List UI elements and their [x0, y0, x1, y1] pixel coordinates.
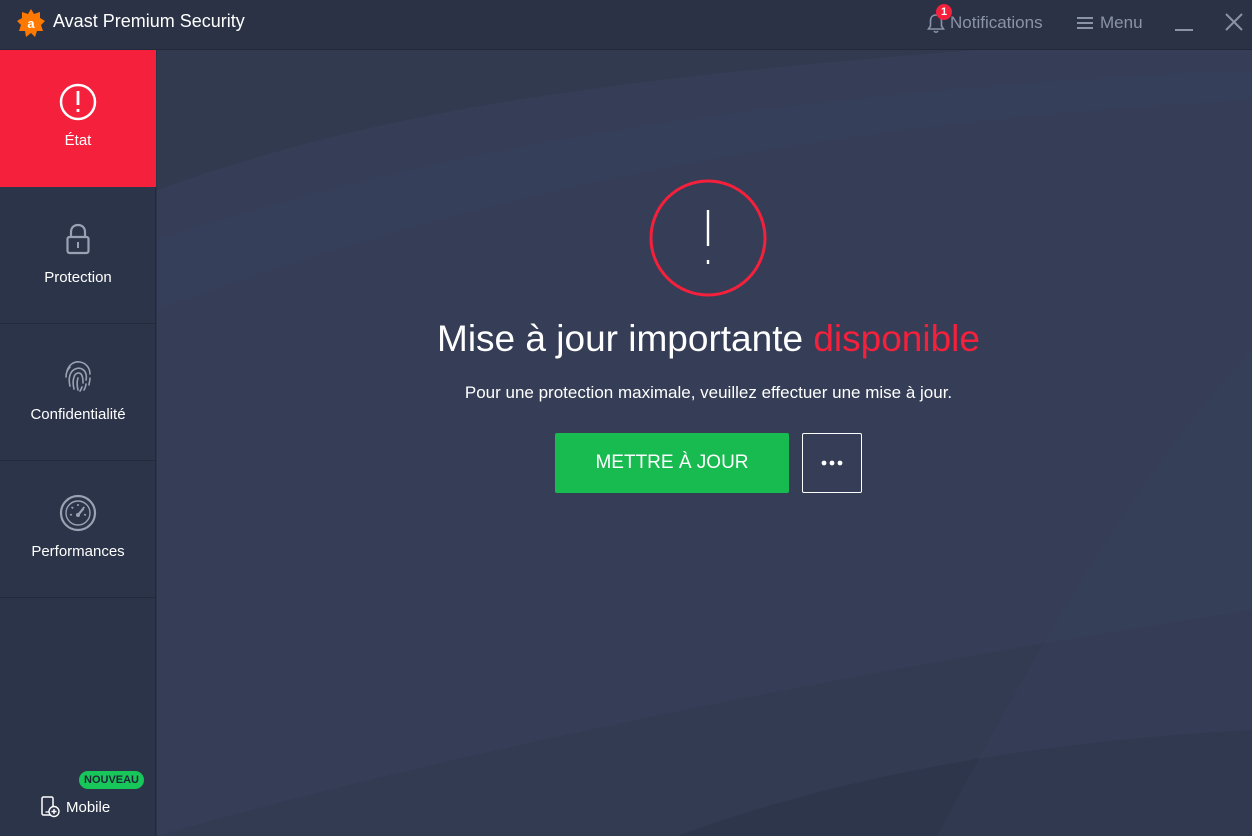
- lock-icon: [66, 223, 90, 255]
- avast-logo-icon: a: [17, 9, 45, 37]
- menu-label: Menu: [1100, 13, 1143, 32]
- sidebar-item-performances[interactable]: Performances: [0, 461, 156, 598]
- sidebar-item-label: Performances: [31, 543, 125, 560]
- sidebar-item-label: Protection: [44, 269, 112, 286]
- page-title: Mise à jour importante disponible: [157, 318, 1252, 360]
- sidebar-item-protection[interactable]: Protection: [0, 187, 156, 324]
- speedometer-icon: [59, 494, 97, 532]
- svg-text:a: a: [27, 16, 35, 31]
- sidebar-item-confidentialite[interactable]: Confidentialité: [0, 324, 156, 461]
- sidebar: État Protection Confidentialité Performa…: [0, 50, 156, 836]
- minimize-icon[interactable]: [1174, 14, 1194, 34]
- more-options-button[interactable]: [802, 433, 862, 493]
- mobile-label: Mobile: [66, 798, 111, 816]
- headline-highlight: disponible: [813, 318, 980, 359]
- close-icon[interactable]: [1224, 12, 1244, 32]
- menu-button[interactable]: Menu: [1077, 11, 1143, 35]
- mobile-add-icon: [41, 796, 60, 818]
- main-panel: Mise à jour importante disponible Pour u…: [157, 50, 1252, 836]
- update-button[interactable]: METTRE À JOUR: [555, 433, 789, 493]
- notifications-label: Notifications: [950, 13, 1043, 32]
- headline-text: Mise à jour importante: [437, 318, 814, 359]
- app-title: Avast Premium Security: [53, 11, 245, 31]
- fingerprint-icon: [65, 361, 91, 392]
- sidebar-item-mobile[interactable]: Mobile: [40, 796, 110, 818]
- new-badge: NOUVEAU: [79, 771, 145, 789]
- notifications-button[interactable]: 1 Notifications: [926, 4, 1043, 35]
- sidebar-item-label: État: [64, 132, 92, 149]
- page-subtitle: Pour une protection maximale, veuillez e…: [464, 383, 953, 402]
- sidebar-item-label: Confidentialité: [30, 406, 126, 423]
- bell-icon: 1: [926, 4, 952, 34]
- title-bar: a Avast Premium Security 1 Notifications…: [0, 0, 1252, 50]
- notification-count-badge: 1: [936, 4, 952, 20]
- alert-circle-icon: [59, 83, 97, 121]
- hamburger-icon: [1077, 17, 1093, 29]
- sidebar-item-etat[interactable]: État: [0, 50, 156, 187]
- more-dots-icon: [821, 460, 843, 466]
- warning-icon: [649, 179, 767, 297]
